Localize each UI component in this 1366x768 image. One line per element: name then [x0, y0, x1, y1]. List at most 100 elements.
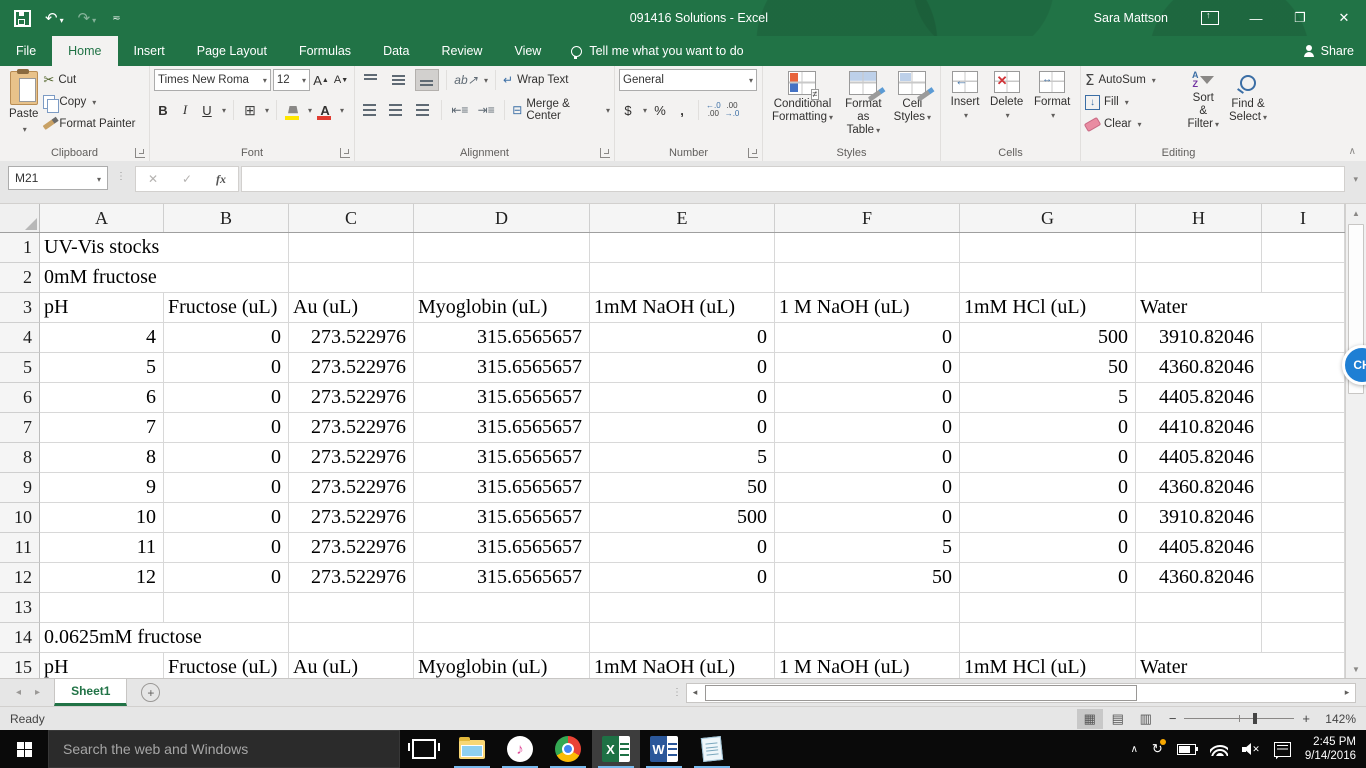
- cell-A1[interactable]: UV-Vis stocks: [40, 233, 164, 263]
- cell-G10[interactable]: 0: [960, 503, 1136, 533]
- formula-input[interactable]: [241, 166, 1345, 192]
- cell-B6[interactable]: 0: [164, 383, 289, 413]
- cell-G12[interactable]: 0: [960, 563, 1136, 593]
- cell-E1[interactable]: [590, 233, 775, 263]
- sort-filter-button[interactable]: AZ Sort &Filter: [1182, 69, 1224, 135]
- cell-A11[interactable]: 11: [40, 533, 164, 563]
- taskbar-search-input[interactable]: Search the web and Windows: [48, 730, 400, 768]
- cell-G1[interactable]: [960, 233, 1136, 263]
- merge-center-button[interactable]: ⊟Merge & Center: [512, 99, 610, 121]
- copy-button[interactable]: Copy: [43, 91, 135, 113]
- sheet-nav-left-icon[interactable]: ◂: [16, 687, 21, 698]
- cell-D11[interactable]: 315.6565657: [414, 533, 590, 563]
- cell-D1[interactable]: [414, 233, 590, 263]
- zoom-slider-thumb[interactable]: [1253, 713, 1257, 724]
- cell-I1[interactable]: [1262, 233, 1345, 263]
- font-color-button[interactable]: A: [316, 100, 334, 120]
- cell-H10[interactable]: 3910.82046: [1136, 503, 1262, 533]
- dropdown-caret-icon[interactable]: [300, 74, 306, 86]
- name-box[interactable]: M21: [8, 166, 108, 190]
- tab-file[interactable]: File: [0, 36, 52, 66]
- cell-G5[interactable]: 50: [960, 353, 1136, 383]
- format-cells-button[interactable]: ↔ Format: [1029, 69, 1075, 124]
- cell-F11[interactable]: 5: [775, 533, 960, 563]
- column-header-C[interactable]: C: [289, 204, 414, 232]
- cell-A14[interactable]: 0.0625mM fructose: [40, 623, 164, 653]
- cell-B13[interactable]: [164, 593, 289, 623]
- dropdown-caret-icon[interactable]: [220, 104, 226, 116]
- dropdown-caret-icon[interactable]: [90, 96, 96, 108]
- accounting-format-button[interactable]: $: [619, 100, 637, 120]
- align-left-button[interactable]: [359, 99, 381, 121]
- cell-G8[interactable]: 0: [960, 443, 1136, 473]
- align-center-button[interactable]: [385, 99, 407, 121]
- dropdown-caret-icon[interactable]: [1123, 96, 1129, 108]
- cell-A8[interactable]: 8: [40, 443, 164, 473]
- middle-align-button[interactable]: [387, 69, 411, 91]
- cell-F12[interactable]: 50: [775, 563, 960, 593]
- cell-D10[interactable]: 315.6565657: [414, 503, 590, 533]
- cell-E6[interactable]: 0: [590, 383, 775, 413]
- cell-H14[interactable]: [1136, 623, 1262, 653]
- wifi-icon[interactable]: [1210, 743, 1228, 756]
- cell-H5[interactable]: 4360.82046: [1136, 353, 1262, 383]
- row-header-13[interactable]: 13: [0, 593, 40, 623]
- column-header-B[interactable]: B: [164, 204, 289, 232]
- cell-H13[interactable]: [1136, 593, 1262, 623]
- wrap-text-button[interactable]: ↵Wrap Text: [503, 69, 568, 91]
- cell-D13[interactable]: [414, 593, 590, 623]
- cell-I6[interactable]: [1262, 383, 1345, 413]
- delete-cells-button[interactable]: ✕ Delete: [985, 69, 1028, 124]
- paste-button[interactable]: Paste: [4, 69, 43, 137]
- enter-button[interactable]: ✓: [170, 172, 204, 186]
- decrease-decimal-button[interactable]: .00→.0: [725, 102, 740, 118]
- cell-E5[interactable]: 0: [590, 353, 775, 383]
- dropdown-caret-icon[interactable]: [263, 104, 269, 116]
- cell-I13[interactable]: [1262, 593, 1345, 623]
- cell-F4[interactable]: 0: [775, 323, 960, 353]
- cell-E12[interactable]: 0: [590, 563, 775, 593]
- dropdown-caret-icon[interactable]: [482, 74, 488, 86]
- cell-C13[interactable]: [289, 593, 414, 623]
- bottom-align-button[interactable]: [415, 69, 439, 91]
- percent-style-button[interactable]: %: [651, 100, 669, 120]
- undo-button[interactable]: ↶▾: [45, 11, 64, 26]
- cell-B1[interactable]: [164, 233, 289, 263]
- cell-A6[interactable]: 6: [40, 383, 164, 413]
- column-header-E[interactable]: E: [590, 204, 775, 232]
- sheet-nav-right-icon[interactable]: ▸: [35, 687, 40, 698]
- cell-I5[interactable]: [1262, 353, 1345, 383]
- clear-button[interactable]: Clear: [1085, 113, 1182, 135]
- new-sheet-button[interactable]: +: [141, 683, 160, 702]
- cell-G6[interactable]: 5: [960, 383, 1136, 413]
- row-header-5[interactable]: 5: [0, 353, 40, 383]
- cell-E4[interactable]: 0: [590, 323, 775, 353]
- cell-B9[interactable]: 0: [164, 473, 289, 503]
- horizontal-scrollbar[interactable]: ◂ ▸: [686, 683, 1356, 703]
- dropdown-caret-icon[interactable]: [21, 121, 27, 135]
- chrome-button[interactable]: [544, 730, 592, 768]
- tab-data[interactable]: Data: [367, 36, 425, 66]
- expand-formula-bar-icon[interactable]: ▾: [1353, 174, 1358, 185]
- cell-E3[interactable]: 1mM NaOH (uL): [590, 293, 775, 323]
- page-layout-view-button[interactable]: ▤: [1105, 709, 1131, 729]
- cell-A15[interactable]: pH: [40, 653, 164, 678]
- decrease-indent-button[interactable]: ⇤≡: [449, 99, 471, 121]
- cell-A2[interactable]: 0mM fructose: [40, 263, 164, 293]
- select-all-button[interactable]: [0, 204, 40, 232]
- cell-C2[interactable]: [289, 263, 414, 293]
- scroll-left-icon[interactable]: ◂: [687, 687, 703, 698]
- cell-B7[interactable]: 0: [164, 413, 289, 443]
- cell-F5[interactable]: 0: [775, 353, 960, 383]
- cell-F6[interactable]: 0: [775, 383, 960, 413]
- find-select-button[interactable]: Find &Select: [1224, 69, 1272, 135]
- cell-F7[interactable]: 0: [775, 413, 960, 443]
- cell-F8[interactable]: 0: [775, 443, 960, 473]
- cancel-button[interactable]: ✕: [136, 172, 170, 186]
- cell-D15[interactable]: Myoglobin (uL): [414, 653, 590, 678]
- cell-G3[interactable]: 1mM HCl (uL): [960, 293, 1136, 323]
- cut-button[interactable]: ✂Cut: [43, 69, 135, 91]
- cell-B15[interactable]: Fructose (uL): [164, 653, 289, 678]
- cell-D3[interactable]: Myoglobin (uL): [414, 293, 590, 323]
- cell-C6[interactable]: 273.522976: [289, 383, 414, 413]
